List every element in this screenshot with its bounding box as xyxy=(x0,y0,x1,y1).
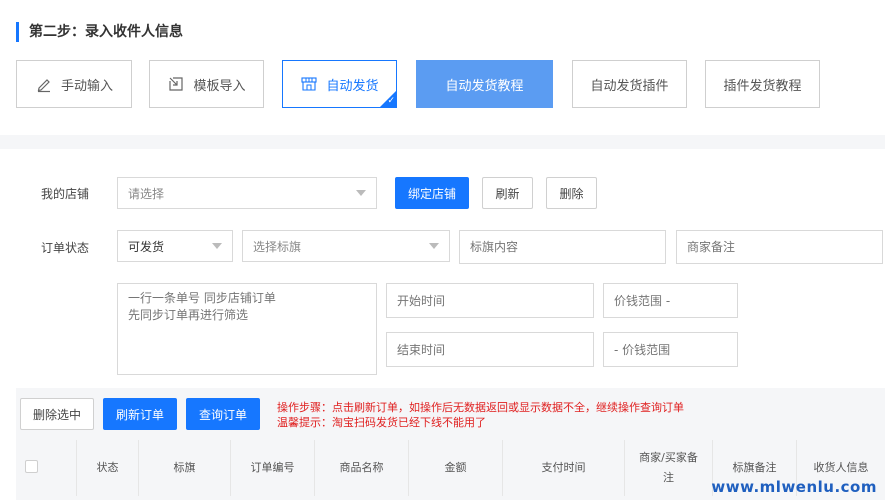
select-all-checkbox[interactable] xyxy=(25,460,38,473)
merchant-note-input[interactable] xyxy=(676,230,883,264)
order-status-label: 订单状态 xyxy=(41,241,90,255)
bind-shop-button[interactable]: 绑定店铺 xyxy=(395,177,469,209)
col-amount: 金额 xyxy=(408,440,502,496)
col-status: 状态 xyxy=(76,440,138,496)
check-icon: ✓ xyxy=(387,96,395,106)
chevron-down-icon xyxy=(429,243,439,249)
manual-input-card[interactable]: 手动输入 xyxy=(16,60,132,108)
col-flag: 标旗 xyxy=(138,440,230,496)
chevron-down-icon xyxy=(212,243,222,249)
auto-ship-tutorial-label: 自动发货教程 xyxy=(445,78,524,94)
warm-tip: 温馨提示：淘宝扫码发货已经下线不能用了 xyxy=(277,416,486,429)
plugin-ship-tutorial-button[interactable]: 插件发货教程 xyxy=(705,60,820,108)
section-divider xyxy=(0,135,885,149)
col-product-name: 商品名称 xyxy=(314,440,408,496)
start-time-input[interactable] xyxy=(386,283,594,318)
end-time-input[interactable] xyxy=(386,332,594,367)
refresh-orders-button[interactable]: 刷新订单 xyxy=(103,398,177,430)
col-order-number: 订单编号 xyxy=(230,440,314,496)
import-icon xyxy=(167,75,185,93)
price-min-input[interactable] xyxy=(603,283,738,318)
operation-steps-tip: 操作步骤：点击刷新订单，如操作后无数据返回或显示数据不全，继续操作查询订单 xyxy=(277,401,684,414)
chevron-down-icon xyxy=(356,190,366,196)
auto-ship-card[interactable]: 自动发货 ✓ xyxy=(282,60,397,108)
manual-input-label: 手动输入 xyxy=(60,78,113,94)
query-orders-button[interactable]: 查询订单 xyxy=(186,398,260,430)
shop-label: 我的店铺 xyxy=(41,187,90,201)
template-import-card[interactable]: 模板导入 xyxy=(149,60,264,108)
col-pay-time: 支付时间 xyxy=(502,440,624,496)
watermark-text: www.mlwenlu.com xyxy=(711,478,877,496)
flag-select-placeholder: 选择标旗 xyxy=(253,239,302,254)
auto-ship-tutorial-button[interactable]: 自动发货教程 xyxy=(416,60,553,108)
delete-shop-button[interactable]: 删除 xyxy=(546,177,597,209)
order-numbers-textarea[interactable] xyxy=(117,283,377,375)
auto-ship-plugin-button[interactable]: 自动发货插件 xyxy=(572,60,687,108)
auto-ship-label: 自动发货 xyxy=(326,78,379,94)
shop-select-placeholder: 请选择 xyxy=(128,186,165,201)
price-max-input[interactable] xyxy=(603,332,738,367)
store-icon xyxy=(300,75,318,93)
pencil-icon xyxy=(35,75,53,93)
flag-content-input[interactable] xyxy=(459,230,666,264)
step-title: 第二步：录入收件人信息 xyxy=(16,22,183,42)
order-status-value: 可发货 xyxy=(128,239,165,254)
shop-select[interactable]: 请选择 xyxy=(117,177,377,209)
refresh-shop-button[interactable]: 刷新 xyxy=(482,177,533,209)
plugin-ship-tutorial-label: 插件发货教程 xyxy=(723,78,802,94)
order-status-select[interactable]: 可发货 xyxy=(117,230,233,262)
template-import-label: 模板导入 xyxy=(193,78,246,94)
col-merchant-buyer-note: 商家/买家备注 xyxy=(624,440,712,496)
flag-select[interactable]: 选择标旗 xyxy=(242,230,450,262)
delete-selected-button[interactable]: 删除选中 xyxy=(20,398,94,430)
auto-ship-plugin-label: 自动发货插件 xyxy=(590,78,669,94)
